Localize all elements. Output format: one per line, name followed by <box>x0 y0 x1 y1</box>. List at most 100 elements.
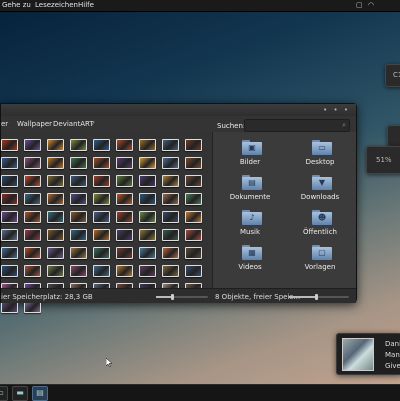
zoom-slider-left-knob[interactable] <box>170 294 174 300</box>
wallpaper-thumbnail[interactable] <box>70 211 87 223</box>
wallpaper-thumbnail[interactable] <box>24 193 41 205</box>
wallpaper-thumbnail[interactable] <box>139 211 156 223</box>
wallpaper-thumbnail[interactable] <box>162 265 179 277</box>
wallpaper-thumbnail[interactable] <box>24 139 41 151</box>
search-icon[interactable]: ⌕ <box>342 121 346 130</box>
wallpaper-thumbnail[interactable] <box>185 265 202 277</box>
wallpaper-thumbnail[interactable] <box>185 229 202 241</box>
place-vorlagen[interactable]: ▢ Vorlagen <box>285 245 355 283</box>
wallpaper-thumbnail[interactable] <box>24 157 41 169</box>
wallpaper-thumbnail[interactable] <box>93 247 110 259</box>
wallpaper-thumbnail[interactable] <box>139 157 156 169</box>
wallpaper-thumbnail[interactable] <box>70 265 87 277</box>
wallpaper-thumbnail[interactable] <box>93 211 110 223</box>
place-musik[interactable]: ♪ Musik <box>215 210 285 248</box>
window-icon[interactable]: ▭ <box>0 386 8 401</box>
wallpaper-thumbnail[interactable] <box>162 247 179 259</box>
wallpaper-thumbnail[interactable] <box>162 157 179 169</box>
wallpaper-thumbnail[interactable] <box>116 157 133 169</box>
search-input[interactable]: ⌕ <box>244 119 350 132</box>
wallpaper-thumbnail[interactable] <box>70 247 87 259</box>
place-videos[interactable]: ▦ Videos <box>215 245 285 283</box>
zoom-slider-right[interactable] <box>289 294 349 300</box>
wallpaper-thumbnail[interactable] <box>185 157 202 169</box>
wallpaper-thumbnail[interactable] <box>24 175 41 187</box>
wallpaper-thumbnail[interactable] <box>93 139 110 151</box>
wallpaper-thumbnail[interactable] <box>116 265 133 277</box>
wallpaper-thumbnail[interactable] <box>116 139 133 151</box>
zoom-slider-left[interactable] <box>156 294 208 300</box>
wallpaper-thumbnail[interactable] <box>185 247 202 259</box>
wallpaper-thumbnail[interactable] <box>70 229 87 241</box>
wallpaper-thumbnail[interactable] <box>185 211 202 223</box>
wallpaper-thumbnail[interactable] <box>93 193 110 205</box>
window-controls[interactable]: • • • <box>323 106 350 114</box>
wallpaper-thumbnail[interactable] <box>70 175 87 187</box>
wallpaper-thumbnail[interactable] <box>1 157 18 169</box>
wallpaper-thumbnail[interactable] <box>70 139 87 151</box>
wallpaper-thumbnail[interactable] <box>70 193 87 205</box>
wallpaper-thumbnail[interactable] <box>24 211 41 223</box>
wallpaper-thumbnail[interactable] <box>1 229 18 241</box>
wallpaper-thumbnail[interactable] <box>24 265 41 277</box>
wallpaper-thumbnail[interactable] <box>116 193 133 205</box>
wallpaper-thumbnail[interactable] <box>139 139 156 151</box>
wallpaper-thumbnail[interactable] <box>162 211 179 223</box>
wallpaper-thumbnail[interactable] <box>116 175 133 187</box>
wallpaper-thumbnail[interactable] <box>47 247 64 259</box>
breadcrumb-deviantart[interactable]: DeviantART <box>53 120 94 128</box>
wallpaper-thumbnail[interactable] <box>93 175 110 187</box>
wallpaper-thumbnail[interactable] <box>1 193 18 205</box>
wallpaper-thumbnail[interactable] <box>162 193 179 205</box>
wallpaper-thumbnail[interactable] <box>162 175 179 187</box>
menu-gehe-zu[interactable]: Gehe zu <box>2 1 31 9</box>
window-titlebar[interactable]: • • • <box>1 104 356 116</box>
place-öffentlich[interactable]: ☻ Öffentlich <box>285 210 355 248</box>
wallpaper-thumbnail[interactable] <box>185 193 202 205</box>
wallpaper-thumbnail[interactable] <box>93 265 110 277</box>
menu-lesezeichen[interactable]: Lesezeichen <box>35 1 78 9</box>
place-bilder[interactable]: ▣ Bilder <box>215 140 285 178</box>
place-downloads[interactable]: ▼ Downloads <box>285 175 355 213</box>
wallpaper-thumbnail[interactable] <box>1 175 18 187</box>
wallpaper-thumbnail[interactable] <box>70 157 87 169</box>
wallpaper-thumbnail[interactable] <box>1 247 18 259</box>
menu-hilfe[interactable]: Hilfe <box>78 1 94 9</box>
wallpaper-thumbnail[interactable] <box>139 175 156 187</box>
wallpaper-thumbnail[interactable] <box>47 139 64 151</box>
wallpaper-thumbnail[interactable] <box>116 211 133 223</box>
wallpaper-thumbnail[interactable] <box>139 193 156 205</box>
file-manager-icon[interactable]: ▤ <box>32 386 48 401</box>
wallpaper-thumbnail[interactable] <box>116 229 133 241</box>
wallpaper-thumbnail[interactable] <box>139 247 156 259</box>
wallpaper-thumbnail[interactable] <box>47 157 64 169</box>
wallpaper-thumbnail[interactable] <box>47 229 64 241</box>
breadcrumb-wallpaper[interactable]: Wallpaper <box>17 120 52 128</box>
wallpaper-thumbnail[interactable] <box>24 229 41 241</box>
breadcrumb-parent[interactable]: er <box>1 120 8 128</box>
wallpaper-thumbnail[interactable] <box>1 211 18 223</box>
wallpaper-thumbnail[interactable] <box>24 247 41 259</box>
wallpaper-thumbnail[interactable] <box>116 247 133 259</box>
wifi-icon[interactable]: ◠ <box>368 1 374 9</box>
wallpaper-thumbnail[interactable] <box>139 229 156 241</box>
wallpaper-thumbnail[interactable] <box>162 139 179 151</box>
wallpaper-thumbnail[interactable] <box>1 265 18 277</box>
network-icon[interactable]: ▢ <box>356 1 363 9</box>
wallpaper-thumbnail[interactable] <box>1 139 18 151</box>
wallpaper-thumbnail[interactable] <box>185 175 202 187</box>
wallpaper-thumbnail[interactable] <box>47 211 64 223</box>
wallpaper-thumbnail[interactable] <box>93 229 110 241</box>
wallpaper-thumbnail[interactable] <box>139 265 156 277</box>
music-notification[interactable]: Dani Mand Give <box>336 333 400 375</box>
place-dokumente[interactable]: ▤ Dokumente <box>215 175 285 213</box>
zoom-slider-right-knob[interactable] <box>315 294 318 300</box>
wallpaper-thumbnail[interactable] <box>93 157 110 169</box>
wallpaper-thumbnail[interactable] <box>185 139 202 151</box>
wallpaper-thumbnail[interactable] <box>47 265 64 277</box>
wallpaper-thumbnail[interactable] <box>47 193 64 205</box>
wallpaper-thumbnail[interactable] <box>47 175 64 187</box>
place-desktop[interactable]: ▭ Desktop <box>285 140 355 178</box>
wallpaper-thumbnail[interactable] <box>162 229 179 241</box>
terminal-icon[interactable]: ▬ <box>12 386 28 401</box>
